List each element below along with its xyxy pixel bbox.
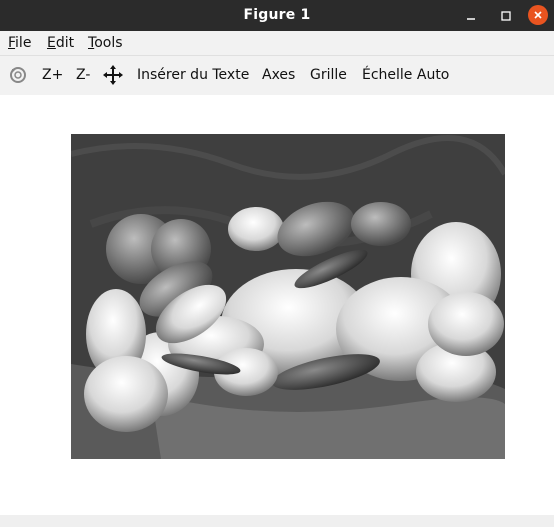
zoom-out-button[interactable]: Z- bbox=[76, 67, 90, 83]
menu-file[interactable]: File bbox=[8, 35, 31, 51]
menu-tools[interactable]: Tools bbox=[88, 35, 123, 51]
autoscale-button[interactable]: Échelle Auto bbox=[362, 67, 449, 83]
peppers-image[interactable] bbox=[71, 134, 505, 459]
menu-bar: File Edit Tools bbox=[0, 31, 554, 55]
insert-text-button[interactable]: Insérer du Texte bbox=[137, 67, 249, 83]
menu-edit[interactable]: Edit bbox=[47, 35, 74, 51]
reset-view-icon[interactable] bbox=[8, 65, 28, 85]
pan-arrows-icon[interactable] bbox=[103, 65, 123, 85]
menu-edit-mnemonic: E bbox=[47, 35, 56, 51]
minimize-icon[interactable] bbox=[461, 6, 481, 26]
close-icon[interactable] bbox=[528, 5, 548, 25]
grid-button[interactable]: Grille bbox=[310, 67, 347, 83]
title-bar: Figure 1 bbox=[0, 0, 554, 31]
menu-tools-label: ools bbox=[94, 35, 123, 51]
menu-file-label: ile bbox=[15, 35, 32, 51]
menu-file-mnemonic: F bbox=[8, 35, 16, 51]
menu-edit-label: dit bbox=[55, 35, 75, 51]
axes-button[interactable]: Axes bbox=[262, 67, 295, 83]
status-bar bbox=[0, 515, 554, 527]
toolbar: Z+ Z- Insérer du Texte Axes Grille Échel… bbox=[0, 55, 554, 96]
maximize-icon[interactable] bbox=[496, 6, 516, 26]
zoom-in-button[interactable]: Z+ bbox=[42, 67, 63, 83]
